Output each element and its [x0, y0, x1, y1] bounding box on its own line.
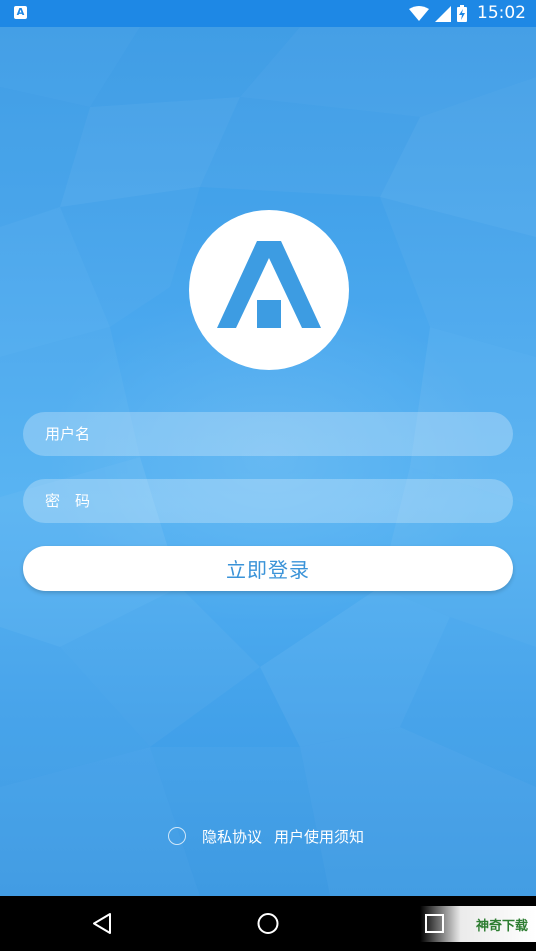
user-terms-link[interactable]: 用户使用须知	[274, 826, 364, 847]
low-poly-background	[0, 27, 536, 896]
app-logo	[189, 210, 349, 370]
status-time: 15:02	[477, 3, 526, 23]
navigation-bar: 神奇下载	[0, 896, 536, 951]
status-bar: A 15:02	[0, 0, 536, 27]
watermark: 神奇下载	[420, 906, 536, 942]
password-input[interactable]	[23, 479, 513, 523]
home-button[interactable]	[238, 896, 298, 951]
agreement-row: 隐私协议 用户使用须知	[168, 825, 364, 847]
login-screen	[0, 27, 536, 896]
battery-charging-icon	[457, 5, 467, 22]
watermark-text: 神奇下载	[475, 919, 528, 934]
signal-icon	[435, 5, 451, 22]
home-icon	[257, 913, 279, 934]
back-button[interactable]	[72, 896, 132, 951]
status-icons: 15:02	[409, 0, 526, 27]
login-button[interactable]: 立即登录	[23, 546, 513, 591]
username-input[interactable]	[23, 412, 513, 456]
notification-app-icon: A	[14, 6, 27, 19]
app-logo-A-icon	[217, 241, 321, 328]
agree-checkbox[interactable]	[168, 827, 186, 845]
privacy-policy-link[interactable]: 隐私协议	[202, 826, 262, 847]
back-icon	[93, 913, 111, 934]
wifi-icon	[409, 5, 429, 21]
